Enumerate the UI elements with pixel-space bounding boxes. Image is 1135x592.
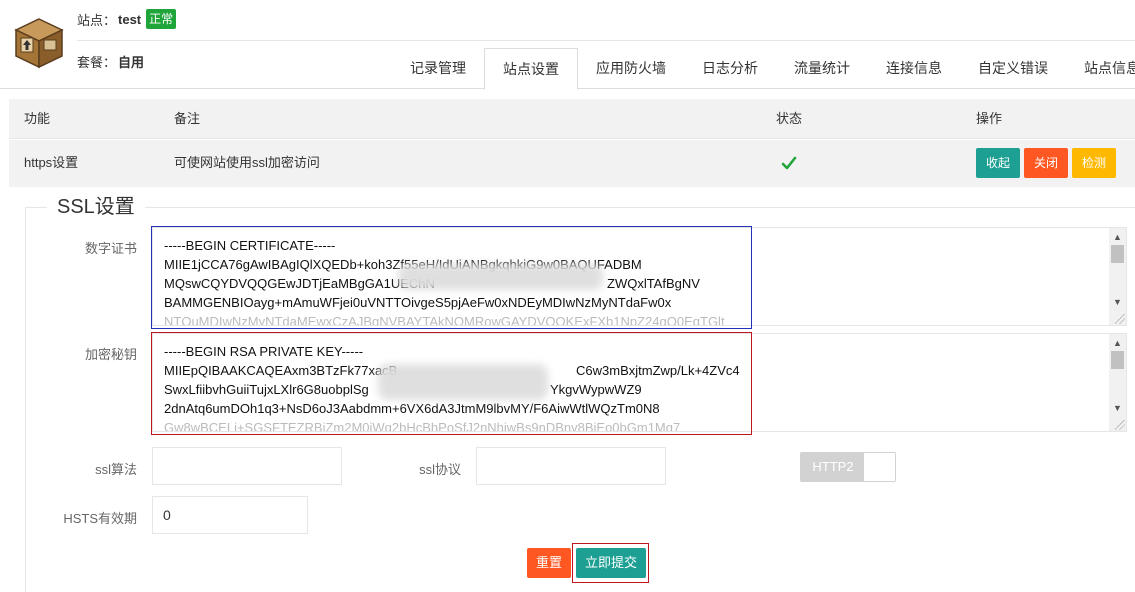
cert-scrollbar[interactable]: ▲ ▼ [1109, 228, 1126, 325]
toggle-knob [864, 453, 895, 481]
redaction-blur [378, 364, 548, 400]
status-badge: 正常 [146, 9, 177, 29]
algo-label: ssl算法 [95, 462, 137, 477]
tab-connection-info[interactable]: 连接信息 [868, 48, 960, 89]
site-label: 站点： [77, 12, 117, 28]
hsts-input[interactable]: 0 [152, 496, 308, 534]
http2-toggle[interactable]: HTTP2 [800, 452, 896, 482]
http2-label: HTTP2 [801, 453, 865, 481]
row-feature: https设置 [24, 155, 79, 170]
scroll-thumb[interactable] [1111, 351, 1124, 369]
submit-button[interactable]: 立即提交 [576, 548, 647, 578]
proto-label: ssl协议 [419, 462, 461, 477]
cert-label: 数字证书 [84, 241, 137, 256]
site-logo-icon [13, 16, 65, 70]
table-header: 功能 备注 状态 操作 [9, 99, 1135, 139]
hsts-label: HSTS有效期 [63, 511, 137, 526]
scroll-up-icon[interactable]: ▲ [1109, 336, 1126, 350]
ssl-protocol-input[interactable] [476, 447, 666, 485]
header-feature: 功能 [24, 111, 51, 126]
row-note: 可使网站使用ssl加密访问 [174, 155, 320, 170]
key-textarea[interactable]: -----BEGIN RSA PRIVATE KEY----- MIIEpQIBA… [152, 333, 1127, 432]
tab-log-analysis[interactable]: 日志分析 [684, 48, 776, 89]
scroll-down-icon[interactable]: ▼ [1109, 295, 1126, 309]
scroll-thumb[interactable] [1111, 245, 1124, 263]
tab-site-info[interactable]: 站点信息 [1066, 48, 1135, 89]
close-button[interactable]: 关闭 [1024, 148, 1069, 178]
key-scrollbar[interactable]: ▲ ▼ [1109, 334, 1126, 431]
ssl-legend: SSL设置 [47, 194, 145, 220]
scroll-down-icon[interactable]: ▼ [1109, 401, 1126, 415]
plan-label: 套餐： [77, 54, 117, 70]
submit-highlight-box: 立即提交 [572, 543, 649, 583]
tab-site-settings[interactable]: 站点设置 [484, 48, 578, 90]
site-name: test [118, 11, 142, 27]
tab-record-management[interactable]: 记录管理 [392, 48, 484, 89]
header-status: 状态 [776, 111, 803, 126]
header-action: 操作 [976, 111, 1003, 126]
header-divider [77, 40, 1135, 41]
cert-textarea[interactable]: -----BEGIN CERTIFICATE-----MIIE1jCCA76gA… [152, 227, 1127, 326]
resize-grip-icon[interactable] [1115, 420, 1125, 430]
redaction-blur [398, 264, 603, 290]
check-icon [781, 155, 797, 171]
key-label: 加密秘钥 [84, 347, 137, 362]
tab-traffic-stats[interactable]: 流量统计 [776, 48, 868, 89]
tab-custom-errors[interactable]: 自定义错误 [960, 48, 1066, 89]
ssl-algo-input[interactable] [152, 447, 342, 485]
tab-bar: 记录管理 站点设置 应用防火墙 日志分析 流量统计 连接信息 自定义错误 站点信… [392, 48, 1135, 90]
check-button[interactable]: 检测 [1072, 148, 1117, 178]
tab-waf[interactable]: 应用防火墙 [578, 48, 684, 89]
plan-info: 套餐： 自用 [77, 52, 144, 70]
plan-name: 自用 [118, 54, 145, 70]
site-info: 站点： test 正常 [77, 9, 177, 29]
collapse-button[interactable]: 收起 [976, 148, 1021, 178]
header-note: 备注 [174, 111, 201, 126]
table-row: https设置 可使网站使用ssl加密访问 收起 关闭 检测 [9, 140, 1135, 187]
resize-grip-icon[interactable] [1115, 314, 1125, 324]
reset-button[interactable]: 重置 [527, 548, 572, 578]
scroll-up-icon[interactable]: ▲ [1109, 230, 1126, 244]
